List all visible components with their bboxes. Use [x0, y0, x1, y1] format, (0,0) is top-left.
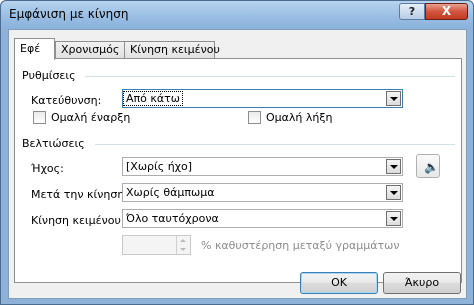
tab-panel-effect: Ρυθμίσεις Κατεύθυνση: Από κάτω Ομαλή ένα… [14, 58, 462, 283]
after-animation-value: Χωρίς θάμπωμα [126, 186, 215, 199]
settings-group-label: Ρυθμίσεις [22, 69, 76, 82]
ok-button[interactable]: OK [300, 272, 378, 294]
after-animation-label: Μετά την κίνηση: [31, 188, 129, 201]
enhancements-group-label: Βελτιώσεις [22, 137, 85, 150]
dialog-client: Εφέ Χρονισμός Κίνηση κειμένου Ρυθμίσεις … [8, 29, 467, 299]
title-bar[interactable]: Εμφάνιση με κίνηση ? X [1, 1, 473, 29]
smooth-start-label[interactable]: Ομαλή έναρξη [51, 111, 130, 124]
animate-text-label: Κίνηση κειμένου: [31, 214, 125, 227]
cancel-button[interactable]: Άκυρο [383, 272, 461, 294]
sound-value: [Χωρίς ήχο] [126, 160, 193, 173]
spin-down-icon[interactable] [176, 245, 190, 254]
settings-divider [85, 76, 455, 77]
letter-delay-spinner[interactable] [122, 235, 191, 255]
tab-effect[interactable]: Εφέ [14, 38, 55, 60]
smooth-end-checkbox[interactable] [248, 111, 261, 124]
direction-label: Κατεύθυνση: [31, 94, 102, 107]
tab-text-animation[interactable]: Κίνηση κειμένου [124, 41, 220, 59]
animate-text-value: Όλο ταυτόχρονα [126, 212, 219, 225]
spin-up-icon[interactable] [176, 236, 190, 245]
chevron-down-icon[interactable] [386, 211, 401, 226]
after-animation-dropdown[interactable]: Χωρίς θάμπωμα [122, 183, 403, 202]
chevron-down-icon[interactable] [386, 185, 401, 200]
chevron-down-icon[interactable] [386, 159, 401, 174]
sound-label: Ήχος: [31, 162, 64, 175]
close-button[interactable]: X [425, 3, 468, 20]
help-button[interactable]: ? [399, 3, 425, 20]
smooth-start-checkbox[interactable] [33, 111, 46, 124]
enhancements-divider [95, 144, 455, 145]
chevron-down-icon[interactable] [386, 91, 401, 106]
animate-text-dropdown[interactable]: Όλο ταυτόχρονα [122, 209, 403, 228]
smooth-end-label[interactable]: Ομαλή λήξη [266, 111, 332, 124]
sound-settings-button[interactable]: 🔈 [416, 154, 440, 178]
speaker-icon: 🔈 [424, 160, 439, 174]
letter-delay-label: % καθυστέρηση μεταξύ γραμμάτων [201, 239, 400, 252]
sound-dropdown[interactable]: [Χωρίς ήχο] [122, 157, 403, 176]
direction-dropdown[interactable]: Από κάτω [122, 89, 403, 108]
direction-value: Από κάτω [123, 91, 183, 106]
window-title: Εμφάνιση με κίνηση [9, 7, 129, 21]
dialog-window: Εμφάνιση με κίνηση ? X Εφέ Χρονισμός Κίν… [0, 0, 474, 305]
tab-timing[interactable]: Χρονισμός [55, 41, 125, 59]
